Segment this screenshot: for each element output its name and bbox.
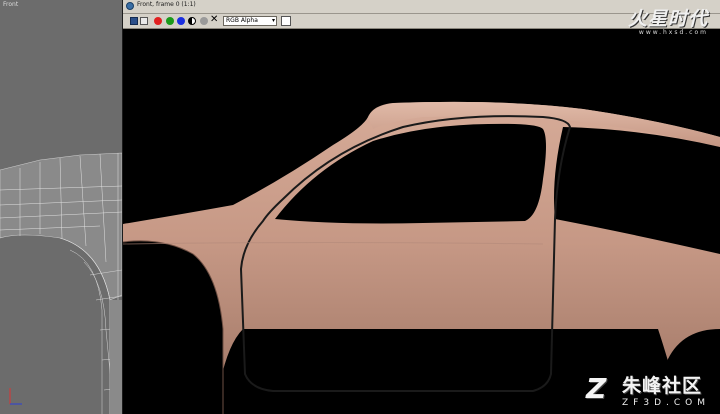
channel-select-value: RGB Alpha [226,17,258,24]
blue-channel-toggle[interactable] [177,17,185,25]
color-swatch[interactable] [281,16,291,26]
copy-icon[interactable] [140,17,148,25]
clear-icon[interactable]: ✕ [210,15,218,25]
frame-window-title: Front, frame 0 (1:1) [137,1,196,8]
watermark-logo-icon: Z [586,372,607,405]
watermark-bottom-brand: 朱峰社区 [622,375,703,397]
mono-channel-toggle[interactable] [188,17,196,25]
car-render [123,101,720,414]
watermark-top: 火星时代 www.hxsd.com [628,4,708,36]
channel-select[interactable]: RGB Alpha ▾ [223,16,277,26]
watermark-bottom-url: ZF3D.COM [622,398,710,408]
watermark-top-brand: 火星时代 [627,8,708,30]
frame-window[interactable]: Front, frame 0 (1:1) ✕ RGB Alpha ▾ 火星时代 … [123,0,720,414]
alpha-channel-toggle[interactable] [200,17,208,25]
wireframe-fender [0,152,122,414]
left-viewport[interactable]: Front [0,0,122,414]
save-icon[interactable] [130,17,138,25]
render-canvas [123,29,720,414]
app-icon [126,2,134,10]
green-channel-toggle[interactable] [166,17,174,25]
chevron-down-icon: ▾ [271,17,275,24]
watermark-bottom: Z 朱峰社区 ZF3D.COM [586,371,710,408]
watermark-top-url: www.hxsd.com [638,29,708,36]
red-channel-toggle[interactable] [154,17,162,25]
